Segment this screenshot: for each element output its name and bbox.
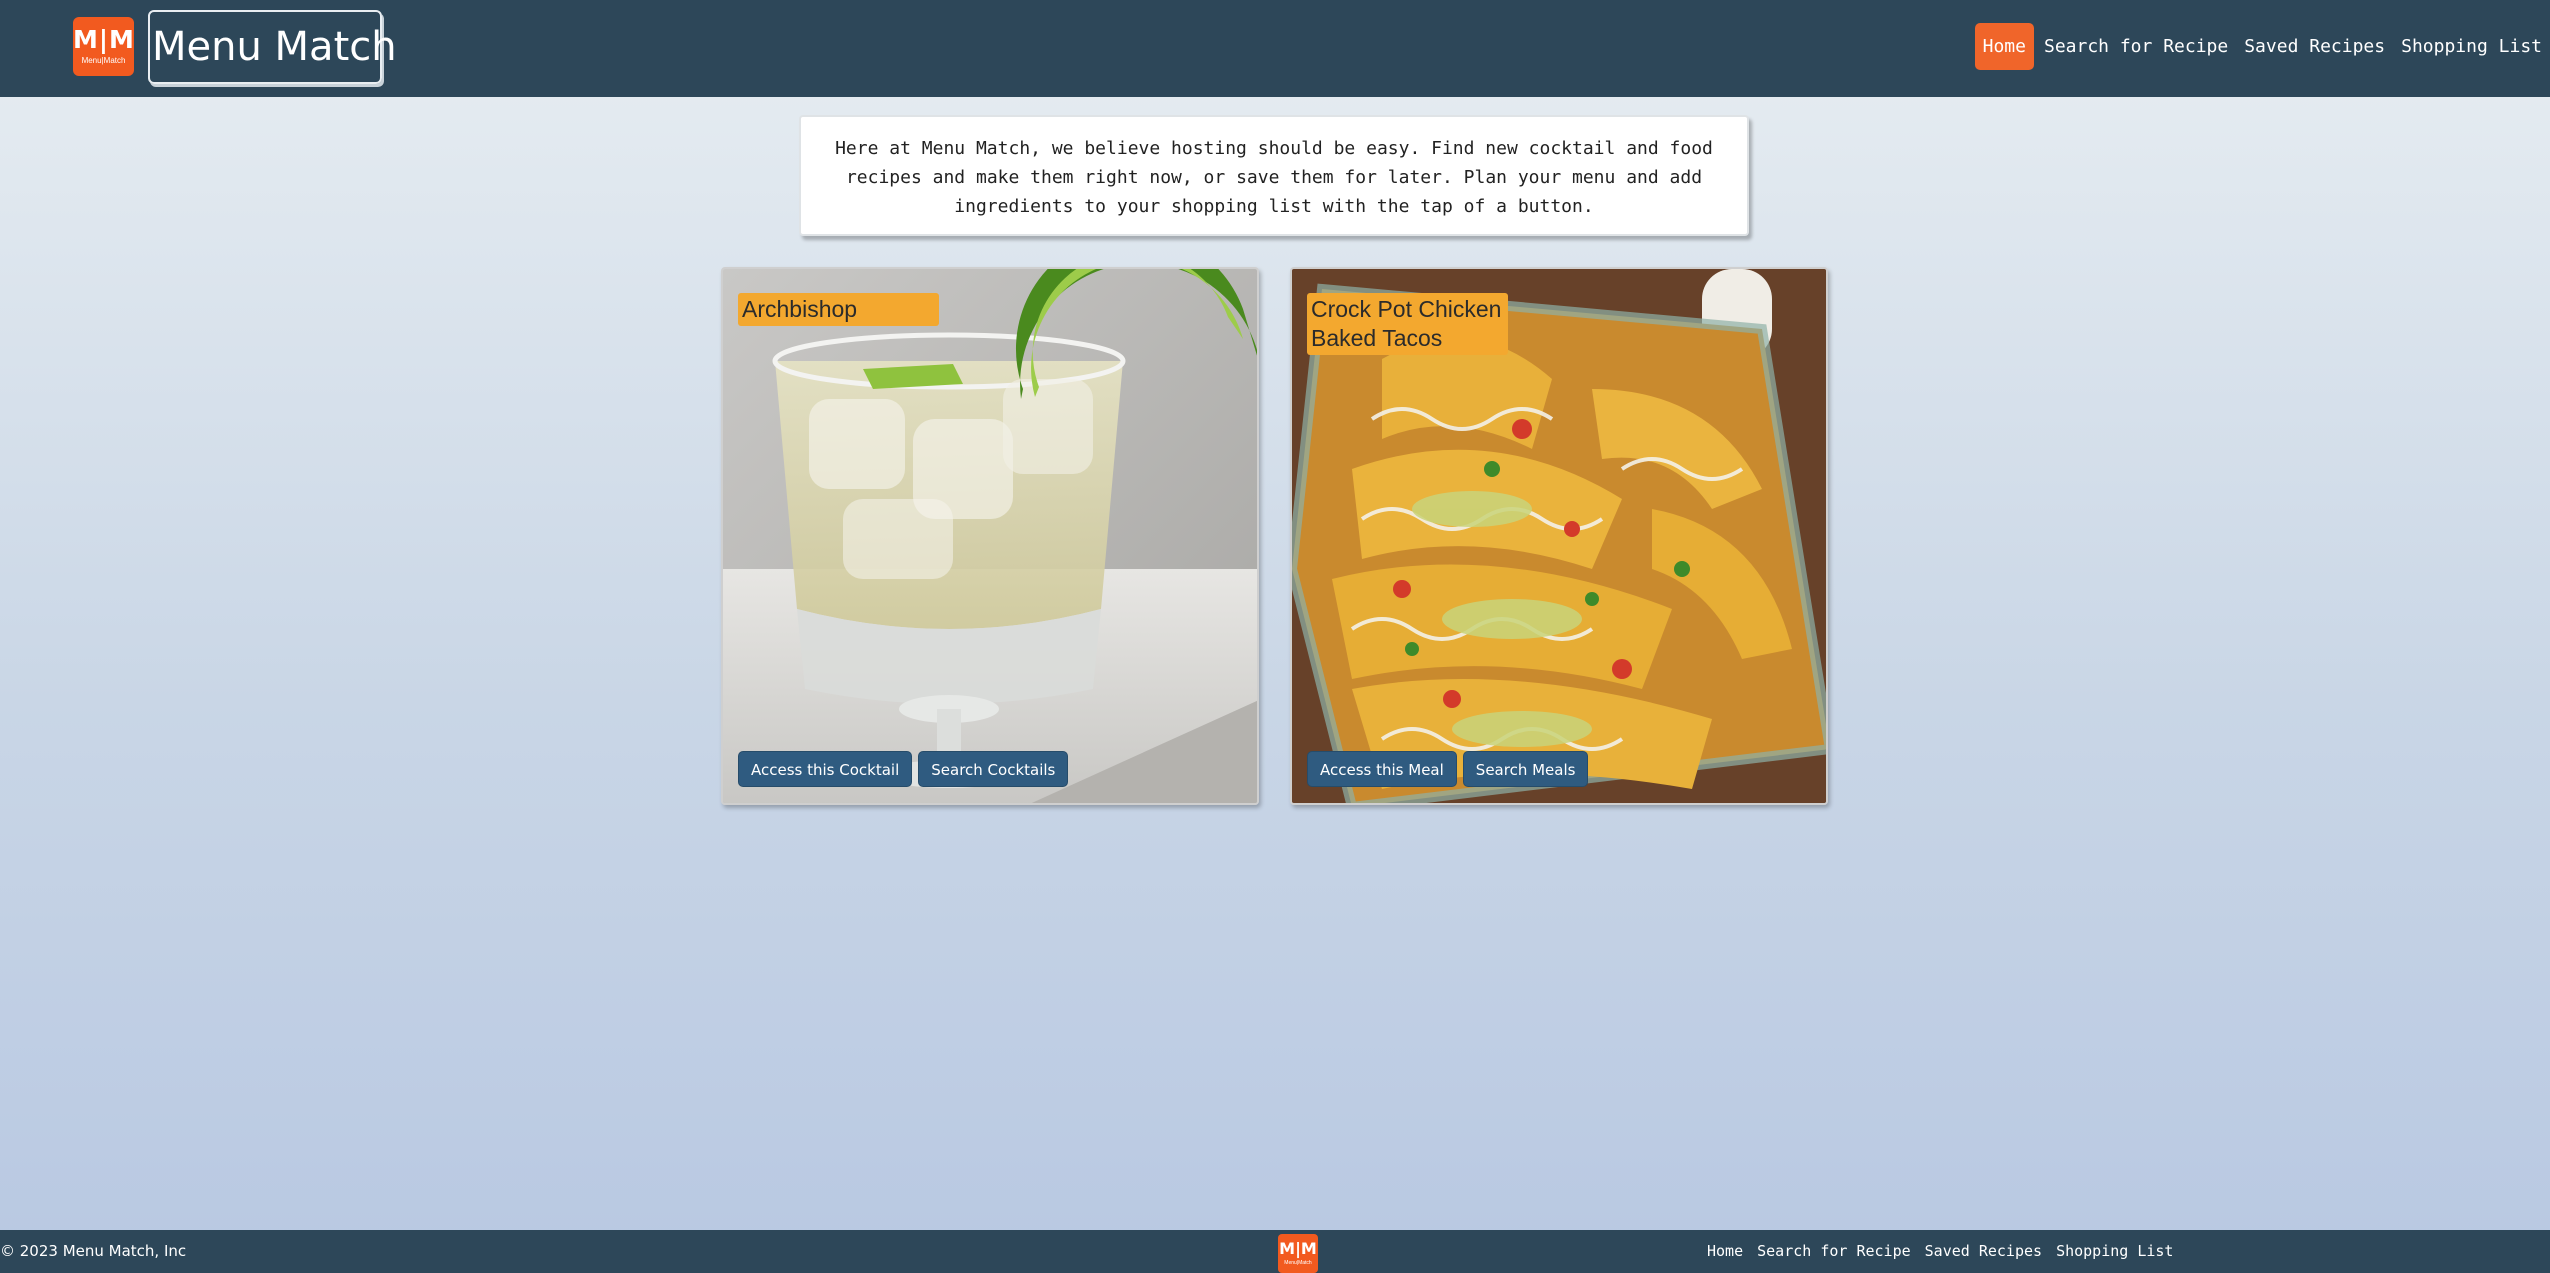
- main-nav: Home Search for Recipe Saved Recipes Sho…: [1974, 23, 2550, 70]
- intro-text-box: Here at Menu Match, we believe hosting s…: [799, 115, 1749, 236]
- footer-nav-saved-recipes[interactable]: Saved Recipes: [1918, 1230, 2049, 1273]
- brand-title[interactable]: Menu Match: [148, 10, 397, 84]
- card-buttons: Access this Cocktail Search Cocktails: [738, 751, 1069, 787]
- footer: © 2023 Menu Match, Inc M|M Menu|Match Ho…: [0, 1230, 2550, 1273]
- nav-search-for-recipe[interactable]: Search for Recipe: [2036, 23, 2236, 70]
- menu-match-logo[interactable]: M|M Menu|Match: [73, 17, 134, 76]
- copyright-text: © 2023 Menu Match, Inc: [0, 1242, 187, 1260]
- recipe-title: Archbishop: [738, 293, 939, 326]
- search-meals-button[interactable]: Search Meals: [1462, 751, 1589, 787]
- recipe-title: Crock Pot Chicken Baked Tacos: [1307, 293, 1508, 355]
- nav-home[interactable]: Home: [1974, 23, 2034, 70]
- footer-logo-subtext: Menu|Match: [1284, 1260, 1312, 1266]
- cocktail-glass-with-lime-image: [723, 269, 1257, 803]
- search-cocktails-button[interactable]: Search Cocktails: [918, 751, 1069, 787]
- intro-text: Here at Menu Match, we believe hosting s…: [835, 138, 1713, 217]
- access-cocktail-button[interactable]: Access this Cocktail: [738, 751, 913, 787]
- footer-nav-search-for-recipe[interactable]: Search for Recipe: [1750, 1230, 1918, 1273]
- top-navbar: M|M Menu|Match Menu Match Home Search fo…: [0, 0, 2550, 97]
- footer-logo-text: M|M: [1279, 1239, 1317, 1258]
- access-meal-button[interactable]: Access this Meal: [1307, 751, 1457, 787]
- card-buttons: Access this Meal Search Meals: [1307, 751, 1589, 787]
- footer-nav-shopping-list[interactable]: Shopping List: [2049, 1230, 2180, 1273]
- nav-shopping-list[interactable]: Shopping List: [2393, 23, 2550, 70]
- logo-text: M|M: [73, 25, 135, 54]
- logo-subtext: Menu|Match: [81, 56, 126, 65]
- footer-nav: Home Search for Recipe Saved Recipes Sho…: [1700, 1230, 2180, 1273]
- cocktail-card: Archbishop Access this Cocktail Search C…: [721, 267, 1259, 805]
- footer-logo[interactable]: M|M Menu|Match: [1278, 1234, 1318, 1273]
- nav-saved-recipes[interactable]: Saved Recipes: [2236, 23, 2393, 70]
- meal-card: Crock Pot Chicken Baked Tacos Access thi…: [1290, 267, 1828, 805]
- footer-nav-home[interactable]: Home: [1700, 1230, 1750, 1273]
